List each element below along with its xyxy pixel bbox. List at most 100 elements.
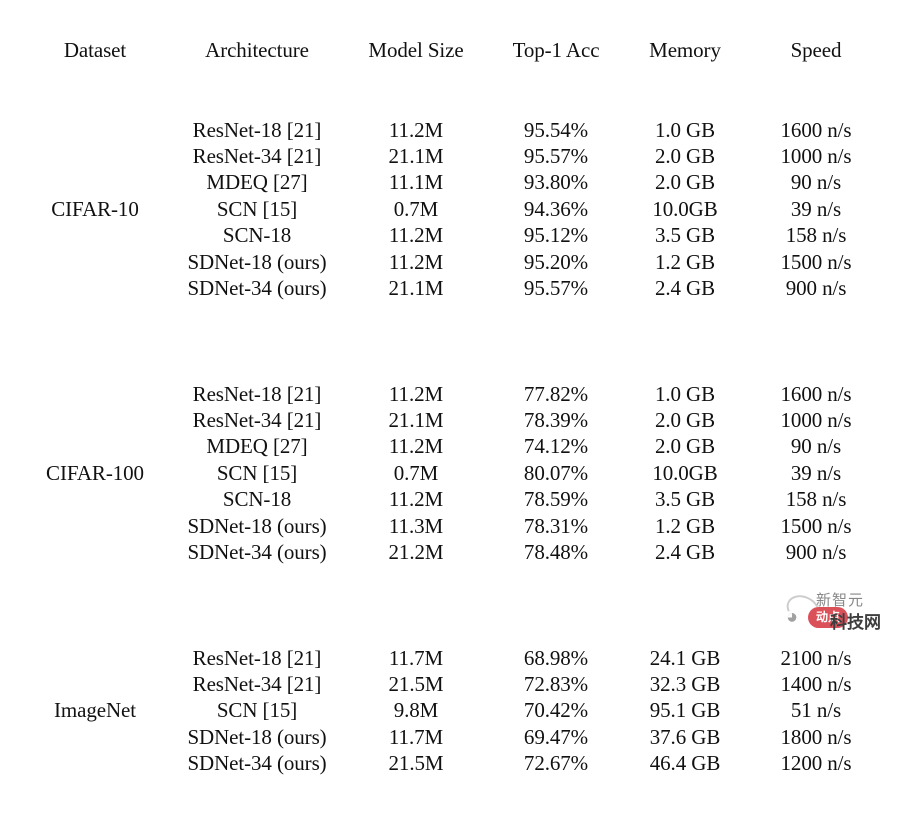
cell-model-size: 21.5M	[388, 672, 444, 697]
cell-model-size: 21.1M	[388, 143, 444, 168]
cell-speed: 900 n/s	[785, 540, 847, 565]
dataset-label-imagenet: ImageNet	[54, 698, 136, 723]
cell-memory: 46.4 GB	[649, 751, 721, 776]
cell-memory: 2.0 GB	[654, 434, 716, 459]
horizontal-rule	[22, 592, 888, 618]
results-table: Dataset Architecture Model Size Top-1 Acc Me…	[22, 11, 888, 829]
table-header-row: Dataset Architecture Model Size Top-1 Acc Me…	[22, 37, 888, 63]
table-row: SCN-18 11.2M 95.12% 3.5 GB 158 n/s	[22, 222, 888, 248]
cell-memory: 24.1 GB	[649, 645, 721, 670]
cell-speed: 1800 n/s	[780, 724, 852, 749]
cell-memory: 2.4 GB	[654, 540, 716, 565]
cell-speed: 39 n/s	[790, 196, 842, 221]
cell-speed: 39 n/s	[790, 460, 842, 485]
cell-speed: 1500 n/s	[780, 513, 852, 538]
column-header-dataset: Dataset	[63, 38, 127, 63]
column-header-model-size: Model Size	[368, 38, 464, 63]
dataset-label-empty	[22, 486, 168, 512]
table-header-rule	[22, 64, 888, 90]
cell-top1-acc: 78.31%	[523, 513, 589, 538]
dataset-label-empty	[22, 645, 168, 671]
cell-speed: 1500 n/s	[780, 249, 852, 274]
table-row: SDNet-18 (ours) 11.2M 95.20% 1.2 GB 1500 n/s	[22, 249, 888, 275]
cell-top1-acc: 72.67%	[523, 751, 589, 776]
horizontal-rule	[22, 11, 888, 37]
cell-architecture: SDNet-18 (ours)	[187, 513, 327, 538]
cell-top1-acc: 74.12%	[523, 434, 589, 459]
cell-memory: 1.0 GB	[654, 381, 716, 406]
table-row: ResNet-34 [21] 21.1M 95.57% 2.0 GB 1000 n/s	[22, 143, 888, 169]
cell-top1-acc: 80.07%	[523, 460, 589, 485]
spacer-cell	[22, 565, 888, 591]
table-row: SDNet-34 (ours) 21.5M 72.67% 46.4 GB 1200 n/…	[22, 750, 888, 776]
cell-memory: 10.0GB	[652, 196, 718, 221]
horizontal-rule	[22, 64, 888, 90]
cell-memory: 32.3 GB	[649, 672, 721, 697]
section-divider-rule	[22, 592, 888, 618]
spacer-row	[22, 777, 888, 803]
cell-memory: 1.0 GB	[654, 117, 716, 142]
cell-top1-acc: 77.82%	[523, 381, 589, 406]
cell-architecture: ResNet-34 [21]	[192, 672, 322, 697]
spacer-cell	[22, 90, 888, 116]
spacer-row	[22, 90, 888, 116]
cell-top1-acc: 95.20%	[523, 249, 589, 274]
dataset-label-empty	[22, 407, 168, 433]
cell-speed: 90 n/s	[790, 434, 842, 459]
dataset-label-empty	[22, 539, 168, 565]
cell-memory: 2.4 GB	[654, 276, 716, 301]
dataset-label-empty	[22, 117, 168, 143]
cell-model-size: 21.1M	[388, 408, 444, 432]
cell-memory: 2.0 GB	[654, 170, 716, 195]
cell-model-size: 11.2M	[388, 434, 444, 459]
cell-memory: 1.2 GB	[654, 513, 716, 538]
table-top-rule	[22, 11, 888, 37]
column-header-memory: Memory	[649, 38, 721, 63]
cell-model-size: 11.3M	[388, 513, 444, 538]
cell-memory: 3.5 GB	[654, 223, 716, 248]
table-row: ImageNet SCN [15] 9.8M 70.42% 95.1 GB 51 n/s	[22, 697, 888, 723]
dataset-label-empty	[22, 275, 168, 301]
cell-top1-acc: 72.83%	[523, 672, 589, 697]
table-row: ResNet-18 [21] 11.2M 95.54% 1.0 GB 1600 n/s	[22, 117, 888, 143]
cell-model-size: 11.2M	[388, 117, 444, 142]
cell-top1-acc: 78.48%	[523, 540, 589, 565]
cell-architecture: ResNet-18 [21]	[192, 645, 322, 670]
cell-model-size: 9.8M	[393, 698, 439, 723]
dataset-label-empty	[22, 143, 168, 169]
cell-memory: 95.1 GB	[649, 698, 721, 723]
cell-model-size: 11.2M	[388, 381, 444, 406]
table-row: SDNet-18 (ours) 11.7M 69.47% 37.6 GB 1800 n/…	[22, 724, 888, 750]
column-header-architecture: Architecture	[205, 38, 309, 63]
cell-top1-acc: 95.54%	[523, 117, 589, 142]
cell-architecture: SDNet-18 (ours)	[187, 249, 327, 274]
cell-top1-acc: 94.36%	[523, 196, 589, 221]
cell-architecture: ResNet-34 [21]	[192, 408, 322, 432]
column-header-speed: Speed	[790, 38, 842, 63]
column-header-top-1-acc: Top-1 Acc	[512, 38, 600, 63]
cell-architecture: ResNet-18 [21]	[192, 381, 322, 406]
table-row: SCN-18 11.2M 78.59% 3.5 GB 158 n/s	[22, 486, 888, 512]
spacer-cell	[22, 777, 888, 803]
cell-model-size: 11.2M	[388, 223, 444, 248]
cell-architecture: MDEQ [27]	[206, 434, 308, 459]
cell-architecture: SDNet-34 (ours)	[187, 276, 327, 301]
cell-memory: 10.0GB	[652, 460, 718, 485]
cell-architecture: SDNet-34 (ours)	[187, 751, 327, 776]
cell-top1-acc: 69.47%	[523, 724, 589, 749]
cell-model-size: 0.7M	[393, 196, 439, 221]
cell-model-size: 21.5M	[388, 751, 444, 776]
cell-architecture: SDNet-34 (ours)	[187, 540, 327, 565]
cell-top1-acc: 70.42%	[523, 698, 589, 723]
cell-model-size: 11.1M	[388, 170, 444, 195]
table-row: MDEQ [27] 11.1M 93.80% 2.0 GB 90 n/s	[22, 169, 888, 195]
cell-speed: 1400 n/s	[780, 672, 852, 697]
dataset-label-cifar-10: CIFAR-10	[51, 196, 139, 221]
cell-architecture: SCN [15]	[216, 196, 298, 221]
cell-speed: 1000 n/s	[780, 143, 852, 168]
cell-speed: 90 n/s	[790, 170, 842, 195]
cell-speed: 158 n/s	[785, 487, 847, 512]
spacer-row	[22, 565, 888, 591]
table-row: ResNet-34 [21] 21.1M 78.39% 2.0 GB 1000 n/s	[22, 407, 888, 433]
cell-top1-acc: 93.80%	[523, 170, 589, 195]
